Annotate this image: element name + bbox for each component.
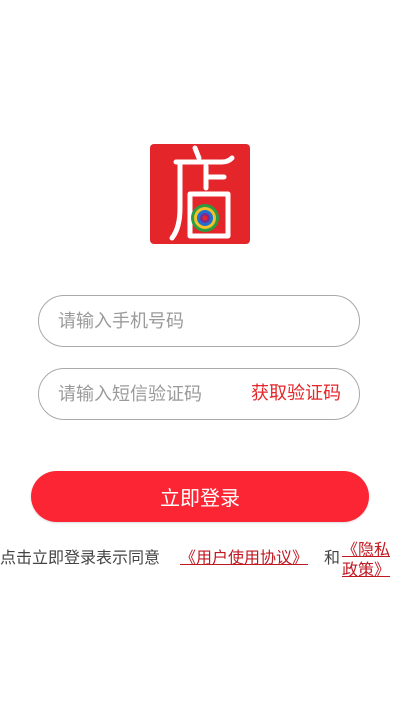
agreement-text: 点击立即登录表示同意 《用户使用协议》 和 《隐私政策》 (0, 540, 400, 580)
get-code-button[interactable]: 获取验证码 (251, 369, 341, 419)
sms-code-field: 获取验证码 (38, 368, 360, 420)
user-agreement-link[interactable]: 《用户使用协议》 (180, 548, 308, 568)
privacy-policy-link[interactable]: 《隐私政策》 (342, 540, 398, 580)
login-screen: 获取验证码 立即登录 点击立即登录表示同意 《用户使用协议》 和 《隐私政策》 (0, 0, 400, 711)
store-logo-icon (150, 144, 250, 244)
phone-field (38, 295, 360, 347)
phone-input[interactable] (58, 296, 348, 346)
login-button[interactable]: 立即登录 (31, 471, 369, 522)
agreement-conjunction: 和 (324, 548, 341, 567)
sms-code-input[interactable] (58, 369, 233, 419)
agreement-prefix: 点击立即登录表示同意 (0, 548, 161, 567)
